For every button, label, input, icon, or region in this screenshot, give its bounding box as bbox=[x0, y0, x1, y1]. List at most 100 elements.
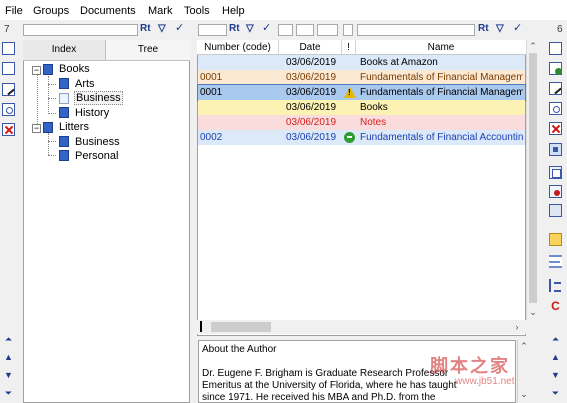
menu-tools[interactable]: Tools bbox=[184, 5, 210, 18]
folder-icon bbox=[43, 122, 53, 133]
name-cell: Books at Amazon bbox=[360, 57, 438, 68]
new-subgroup-icon[interactable] bbox=[2, 62, 15, 75]
preview-title: About the Author bbox=[202, 344, 277, 355]
name-filter-input[interactable] bbox=[357, 24, 475, 36]
edit-document-icon[interactable] bbox=[549, 82, 562, 95]
table-row[interactable]: 03/06/2019 Books at Amazon bbox=[198, 55, 525, 70]
watermark-url: www.jb51.net bbox=[455, 376, 515, 387]
collapse-books-toggle[interactable]: − bbox=[32, 66, 41, 75]
number-cell bbox=[200, 115, 278, 130]
filter-icon-3[interactable]: ▽ bbox=[496, 23, 504, 35]
new-web-document-icon[interactable] bbox=[549, 62, 562, 75]
move-bottom-icon[interactable]: ⏷ bbox=[2, 387, 15, 400]
find-group-icon[interactable] bbox=[2, 103, 15, 116]
menu-help[interactable]: Help bbox=[222, 5, 245, 18]
table-row-selected[interactable]: 0001 03/06/2019 Fundamentals of Financial … bbox=[197, 84, 526, 101]
new-document-icon[interactable] bbox=[549, 42, 562, 55]
tree-node-litters[interactable]: Litters bbox=[59, 120, 89, 134]
scroll-right-icon[interactable]: › bbox=[511, 323, 523, 332]
date-cell: 03/06/2019 bbox=[285, 102, 337, 113]
date-filter-input-2[interactable] bbox=[296, 24, 314, 36]
column-flag[interactable]: ! bbox=[342, 40, 356, 55]
scroll-thumb[interactable] bbox=[529, 53, 537, 303]
doc-move-down-icon[interactable]: ▼ bbox=[549, 369, 562, 382]
left-count: 7 bbox=[4, 24, 10, 35]
scroll-up-icon[interactable]: ⌃ bbox=[527, 42, 539, 51]
number-cell bbox=[200, 100, 278, 115]
check-icon[interactable]: ✓ bbox=[175, 22, 184, 35]
filter-icon[interactable]: ▽ bbox=[158, 23, 166, 35]
list-vertical-scrollbar[interactable]: ⌃ ⌄ bbox=[526, 40, 538, 320]
tree-node-business[interactable]: Business bbox=[75, 135, 120, 149]
delete-document-icon[interactable] bbox=[549, 122, 562, 135]
outline-view-icon[interactable] bbox=[549, 279, 562, 292]
number-cell: 0001 bbox=[200, 72, 223, 83]
name-cell: Notes bbox=[360, 117, 387, 128]
tree-node-books[interactable]: Books bbox=[59, 62, 90, 76]
menu-documents[interactable]: Documents bbox=[80, 5, 136, 18]
status-ok-icon bbox=[344, 132, 355, 143]
doc-move-top-icon[interactable]: ⏶ bbox=[549, 333, 562, 346]
column-number[interactable]: Number (code) bbox=[197, 40, 279, 55]
doc-move-up-icon[interactable]: ▲ bbox=[549, 351, 562, 364]
date-filter-input[interactable] bbox=[278, 24, 293, 36]
preview-scroll-up-icon[interactable]: ⌃ bbox=[518, 342, 530, 351]
find-document-icon[interactable] bbox=[549, 102, 562, 115]
tree-node-arts[interactable]: Arts bbox=[75, 77, 95, 91]
move-up-icon[interactable]: ▲ bbox=[2, 351, 15, 364]
left-toolbar: ⏶ ▲ ▼ ⏷ bbox=[0, 37, 17, 403]
tab-tree[interactable]: Tree bbox=[106, 40, 190, 61]
horizontal-scroll-thumb[interactable] bbox=[211, 322, 271, 332]
document-properties-icon[interactable] bbox=[549, 143, 562, 156]
tree-node-history[interactable]: History bbox=[75, 106, 109, 120]
list-view-icon[interactable] bbox=[549, 255, 562, 268]
doc-move-bottom-icon[interactable]: ⏷ bbox=[549, 387, 562, 400]
check-icon-2[interactable]: ✓ bbox=[262, 22, 271, 35]
copy-documents-icon[interactable] bbox=[549, 166, 562, 179]
flag-filter-input-2[interactable] bbox=[343, 24, 353, 36]
tree-tabs: Index Tree bbox=[23, 40, 190, 61]
color-mark-button[interactable]: C bbox=[549, 300, 562, 313]
tree-node-business-selected[interactable]: Business bbox=[74, 91, 123, 105]
table-row[interactable]: 03/06/2019 Notes bbox=[198, 115, 525, 130]
list-horizontal-scrollbar[interactable]: › bbox=[197, 320, 526, 334]
number-filter-input[interactable] bbox=[198, 24, 227, 36]
menu-file[interactable]: File bbox=[5, 5, 23, 18]
column-date[interactable]: Date bbox=[279, 40, 342, 55]
collapse-litters-toggle[interactable]: − bbox=[32, 124, 41, 133]
move-top-icon[interactable]: ⏶ bbox=[2, 333, 15, 346]
table-row[interactable]: 0001 03/06/2019 Fundamentals of Financial … bbox=[198, 70, 525, 85]
warning-icon bbox=[344, 87, 356, 98]
merge-documents-icon[interactable] bbox=[549, 204, 562, 217]
new-group-icon[interactable] bbox=[2, 42, 15, 55]
scroll-down-icon[interactable]: ⌄ bbox=[527, 308, 539, 317]
sort-icon-3[interactable]: Rt bbox=[478, 23, 489, 35]
preview-scroll-down-icon[interactable]: ⌄ bbox=[518, 390, 530, 399]
folder-icon bbox=[59, 150, 69, 161]
tree-node-personal[interactable]: Personal bbox=[75, 149, 118, 163]
table-row[interactable]: 0002 03/06/2019 Fundamentals of Financial … bbox=[198, 130, 525, 145]
menu-groups[interactable]: Groups bbox=[33, 5, 69, 18]
check-icon-3[interactable]: ✓ bbox=[513, 22, 522, 35]
filter-icon-2[interactable]: ▽ bbox=[246, 23, 254, 35]
flag-filter-input[interactable] bbox=[317, 24, 338, 36]
edit-group-icon[interactable] bbox=[2, 83, 15, 96]
number-cell bbox=[200, 55, 278, 70]
delete-group-icon[interactable] bbox=[2, 123, 15, 136]
table-row[interactable]: 03/06/2019 Books bbox=[198, 100, 525, 115]
menu-mark[interactable]: Mark bbox=[148, 5, 172, 18]
name-cell: Books bbox=[360, 102, 388, 113]
attach-folder-icon[interactable] bbox=[549, 233, 562, 246]
column-name[interactable]: Name bbox=[356, 40, 526, 55]
number-cell: 0001 bbox=[200, 87, 223, 98]
name-cell: Fundamentals of Financial Accounting bbox=[360, 132, 523, 143]
sort-icon[interactable]: Rt bbox=[140, 23, 151, 35]
preview-scrollbar[interactable]: ⌃ ⌄ bbox=[517, 340, 528, 403]
tree-filter-input[interactable] bbox=[23, 24, 138, 36]
move-down-icon[interactable]: ▼ bbox=[2, 369, 15, 382]
delete-documents-icon[interactable] bbox=[549, 185, 562, 198]
sort-icon-2[interactable]: Rt bbox=[229, 23, 240, 35]
tab-index[interactable]: Index bbox=[23, 40, 106, 61]
folder-icon bbox=[43, 64, 53, 75]
right-count: 6 bbox=[557, 24, 563, 35]
